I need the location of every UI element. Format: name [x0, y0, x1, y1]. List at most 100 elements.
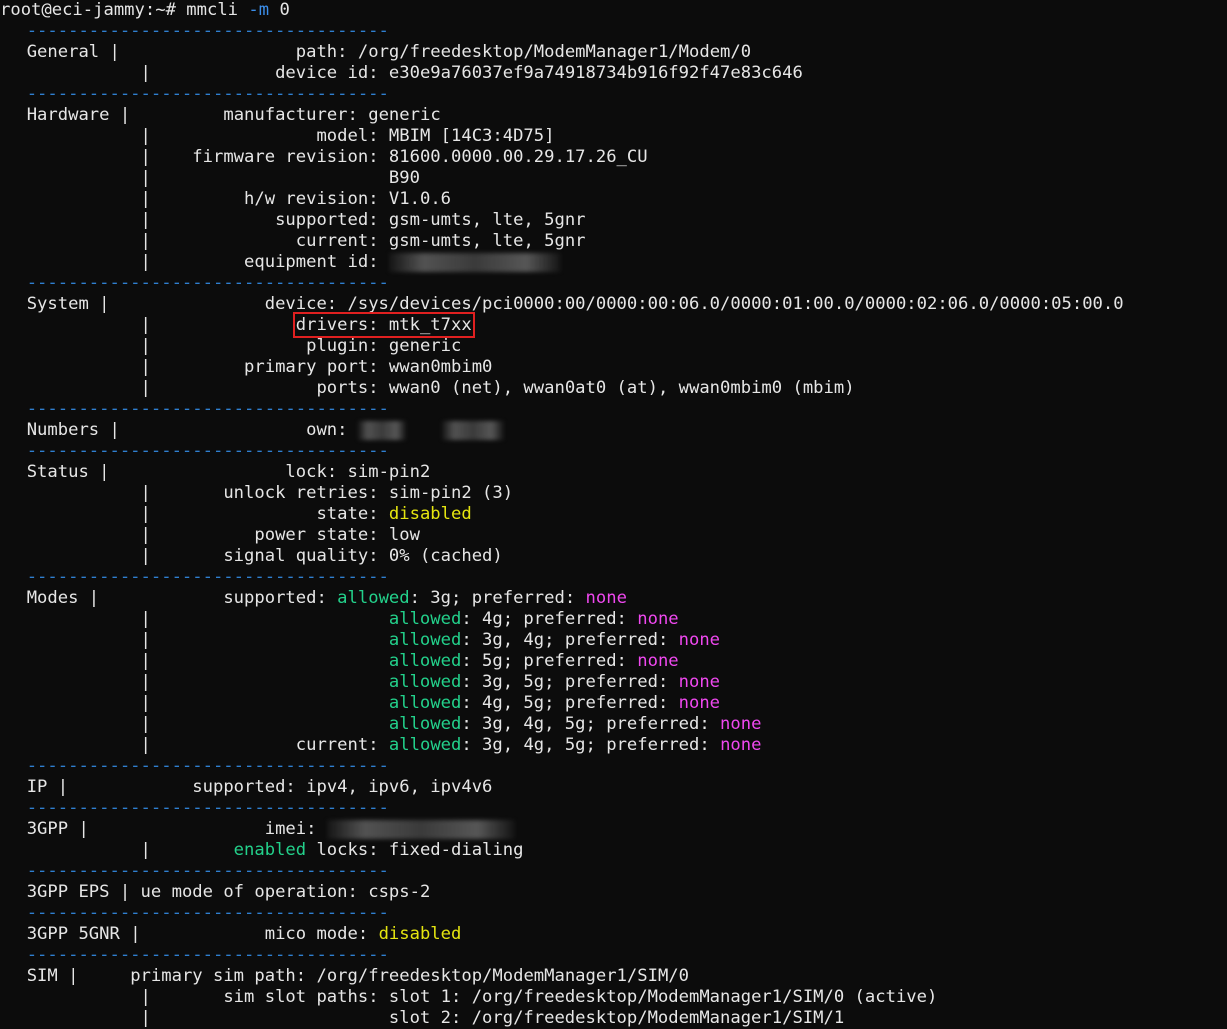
kv-line: | enabled locks: fixed-dialing: [6, 840, 524, 860]
preferred-label: preferred:: [523, 609, 638, 629]
prompt: root@eci-jammy:~#: [0, 0, 176, 20]
separator-line: -----------------------------------: [6, 21, 1124, 42]
kv-line: Hardware | manufacturer: generic: [26, 105, 441, 125]
kv-line: | plugin: generic: [130, 336, 462, 356]
own-number-redacted-2: [441, 420, 504, 440]
field-key: locks:: [316, 840, 379, 860]
kv-line: | signal quality: 0% (cached): [130, 546, 503, 566]
kv-line: 3GPP | imei:: [6, 819, 1124, 840]
section-title: Hardware: [26, 105, 110, 125]
separator: -----------------------------------: [26, 21, 389, 41]
supported-value: gsm-umts, lte, 5gnr: [388, 210, 586, 230]
field-key: own:: [306, 420, 348, 440]
preferred-value: none: [678, 672, 721, 692]
section-title: Numbers: [26, 420, 100, 440]
separator: -----------------------------------: [26, 861, 389, 881]
imei-redacted: [326, 819, 515, 839]
kv-line: | drivers: mtk_t7xx: [6, 312, 475, 338]
separator: -----------------------------------: [26, 84, 389, 104]
mode-list: : 3g;: [409, 588, 472, 608]
preferred-value: none: [720, 714, 762, 734]
separator: -----------------------------------: [26, 441, 389, 461]
allowed-label: allowed: [337, 588, 410, 608]
mode-line: | allowed: 3g, 4g; preferred: none: [130, 630, 721, 650]
kv-line: Status | lock: sim-pin2: [26, 462, 431, 482]
field-key: manufacturer:: [223, 105, 358, 125]
section-title: General: [26, 42, 100, 62]
separator-line: -----------------------------------: [6, 399, 1124, 420]
mode-line: | allowed: 4g; preferred: none: [130, 609, 679, 629]
field-key: supported:: [192, 777, 296, 797]
lock-value: sim-pin2: [347, 462, 431, 482]
kv-line: SIM | primary sim path: /org/freedesktop…: [26, 966, 690, 986]
field-key: firmware revision:: [192, 147, 379, 167]
drivers-highlight-box: drivers: mtk_t7xx: [292, 312, 475, 338]
kv-line: | ports: wwan0 (net), wwan0at0 (at), wwa…: [130, 378, 855, 398]
preferred-value: none: [678, 630, 721, 650]
separator-line: -----------------------------------: [6, 861, 1124, 882]
preferred-label: preferred:: [606, 714, 721, 734]
kv-line: | h/w revision: V1.0.6: [130, 189, 452, 209]
manufacturer-value: generic: [368, 105, 441, 125]
model-value: MBIM [14C3:4D75]: [388, 126, 555, 146]
separator-line: -----------------------------------: [6, 273, 1124, 294]
mode-line: | allowed: 3g, 4g, 5g; preferred: none: [130, 714, 762, 734]
preferred-label: preferred:: [523, 651, 638, 671]
preferred-value: none: [678, 693, 721, 713]
allowed-label: allowed: [388, 735, 462, 755]
section-title: SIM: [26, 966, 58, 986]
preferred-value: none: [585, 588, 627, 608]
command: mmcli: [186, 0, 239, 20]
mode-current-line: | current: allowed: 3g, 4g, 5g; preferre…: [130, 735, 762, 755]
kv-line: System | device: /sys/devices/pci0000:00…: [26, 294, 1124, 314]
kv-line: General | path: /org/freedesktop/ModemMa…: [26, 42, 752, 62]
preferred-label: preferred:: [606, 735, 721, 755]
device-path-value: /sys/devices/pci0000:00/0000:00:06.0/000…: [347, 294, 1124, 314]
section-title: Modes: [26, 588, 79, 608]
drivers-value: mtk_t7xx: [388, 315, 472, 335]
field-key: state:: [316, 504, 379, 524]
kv-line: | state: disabled: [130, 504, 472, 524]
preferred-value: none: [637, 609, 679, 629]
unlock-retries-value: sim-pin2 (3): [388, 483, 514, 503]
mode-list: : 3g, 5g;: [461, 672, 565, 692]
primary-port-value: wwan0mbim0: [388, 357, 493, 377]
separator: -----------------------------------: [26, 945, 389, 965]
separator: -----------------------------------: [26, 273, 389, 293]
field-key: supported:: [223, 588, 327, 608]
field-key: primary sim path:: [130, 966, 307, 986]
kv-line: | power state: low: [130, 525, 420, 545]
own-number-redacted-1: [357, 420, 406, 440]
state-value: disabled: [388, 504, 472, 524]
section-title: 3GPP 5GNR: [26, 924, 120, 944]
field-key: primary port:: [244, 357, 379, 377]
section-title: Status: [26, 462, 89, 482]
field-key: model:: [316, 126, 379, 146]
locks-value: fixed-dialing: [388, 840, 524, 860]
separator-line: -----------------------------------: [6, 441, 1124, 462]
firmware-value: 81600.0000.00.29.17.26_CU: [388, 147, 648, 167]
mode-line: Modes | supported: allowed: 3g; preferre…: [26, 588, 627, 608]
separator: -----------------------------------: [26, 756, 389, 776]
separator: -----------------------------------: [26, 567, 389, 587]
ip-supported-value: ipv4, ipv6, ipv4v6: [306, 777, 493, 797]
preferred-label: preferred:: [564, 693, 679, 713]
hw-revision-value: V1.0.6: [388, 189, 452, 209]
kv-line: | supported: gsm-umts, lte, 5gnr: [130, 210, 586, 230]
mode-list: : 4g, 5g;: [461, 693, 565, 713]
field-key: signal quality:: [223, 546, 379, 566]
field-key: sim slot paths:: [223, 987, 379, 1007]
kv-line: | firmware revision: 81600.0000.00.29.17…: [130, 147, 648, 167]
mode-list: : 3g, 4g;: [461, 630, 565, 650]
field-key: path:: [295, 42, 348, 62]
current-value: gsm-umts, lte, 5gnr: [388, 231, 586, 251]
mode-line: | allowed: 3g, 5g; preferred: none: [130, 672, 721, 692]
kv-line: 3GPP EPS | ue mode of operation: csps-2: [26, 882, 431, 902]
sim-slot-1-value: slot 1: /org/freedesktop/ModemManager1/S…: [388, 987, 938, 1007]
separator-line: -----------------------------------: [6, 84, 1124, 105]
kv-line: IP | supported: ipv4, ipv6, ipv4v6: [26, 777, 493, 797]
field-key: device:: [264, 294, 338, 314]
field-key: imei:: [264, 819, 317, 839]
separator-line: -----------------------------------: [6, 756, 1124, 777]
terminal-output[interactable]: root@eci-jammy:~# mmcli -m 0 -----------…: [0, 0, 1124, 1029]
